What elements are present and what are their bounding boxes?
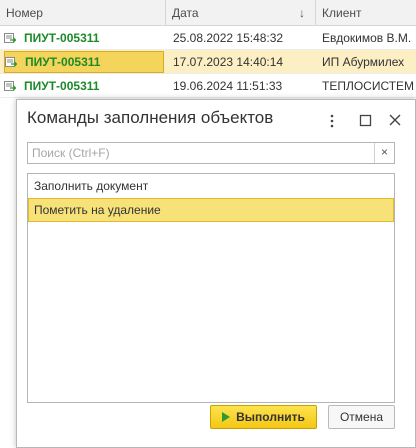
table-row[interactable]: ПИУТ-005311 19.06.2024 11:51:33 ТЕПЛОСИС…: [0, 74, 416, 98]
maximize-icon[interactable]: [359, 114, 372, 127]
client-cell[interactable]: Евдокимов В.М.: [316, 26, 416, 50]
column-header-number[interactable]: Номер: [0, 0, 166, 26]
document-number: ПИУТ-005311: [24, 31, 100, 45]
client-cell[interactable]: ИП Абурмилех: [316, 50, 416, 74]
fill-commands-dialog: Команды заполнения объектов × Заполнить …: [16, 99, 416, 448]
document-posted-icon: [4, 33, 16, 43]
table-header: Номер Дата ↓ Клиент: [0, 0, 416, 26]
search-input[interactable]: [28, 143, 374, 163]
search-field: ×: [27, 142, 395, 164]
run-button[interactable]: Выполнить: [210, 405, 317, 429]
list-item[interactable]: Заполнить документ: [28, 174, 394, 198]
client-cell[interactable]: ТЕПЛОСИСТЕМ: [316, 74, 416, 98]
document-number: ПИУТ-005311: [24, 79, 100, 93]
more-vertical-icon[interactable]: [328, 112, 336, 130]
column-header-date[interactable]: Дата ↓: [166, 0, 316, 26]
close-icon[interactable]: [388, 113, 402, 127]
column-header-client[interactable]: Клиент: [316, 0, 416, 26]
document-posted-icon: [4, 81, 16, 91]
play-icon: [222, 411, 231, 422]
column-header-date-label: Дата: [172, 6, 199, 20]
arrow-down-icon: ↓: [299, 6, 305, 20]
table-row[interactable]: ПИУТ-005311 25.08.2022 15:48:32 Евдокимо…: [0, 26, 416, 50]
number-cell[interactable]: ПИУТ-005311: [4, 51, 164, 73]
document-posted-icon: [5, 57, 17, 67]
date-cell[interactable]: 19.06.2024 11:51:33: [166, 74, 316, 98]
clear-search-button[interactable]: ×: [374, 143, 394, 163]
number-cell[interactable]: ПИУТ-005311: [0, 26, 166, 50]
cancel-button[interactable]: Отмена: [328, 405, 395, 429]
document-number: ПИУТ-005311: [25, 55, 101, 69]
date-cell[interactable]: 17.07.2023 14:40:14: [166, 50, 316, 74]
commands-list: Заполнить документ Пометить на удаление: [27, 173, 395, 403]
dialog-title: Команды заполнения объектов: [27, 108, 274, 127]
date-cell[interactable]: 25.08.2022 15:48:32: [166, 26, 316, 50]
number-cell[interactable]: ПИУТ-005311: [0, 74, 166, 98]
run-button-label: Выполнить: [236, 410, 305, 424]
list-item-selected[interactable]: Пометить на удаление: [28, 198, 394, 222]
table-row-selected[interactable]: ПИУТ-005311 17.07.2023 14:40:14 ИП Абурм…: [0, 50, 416, 74]
